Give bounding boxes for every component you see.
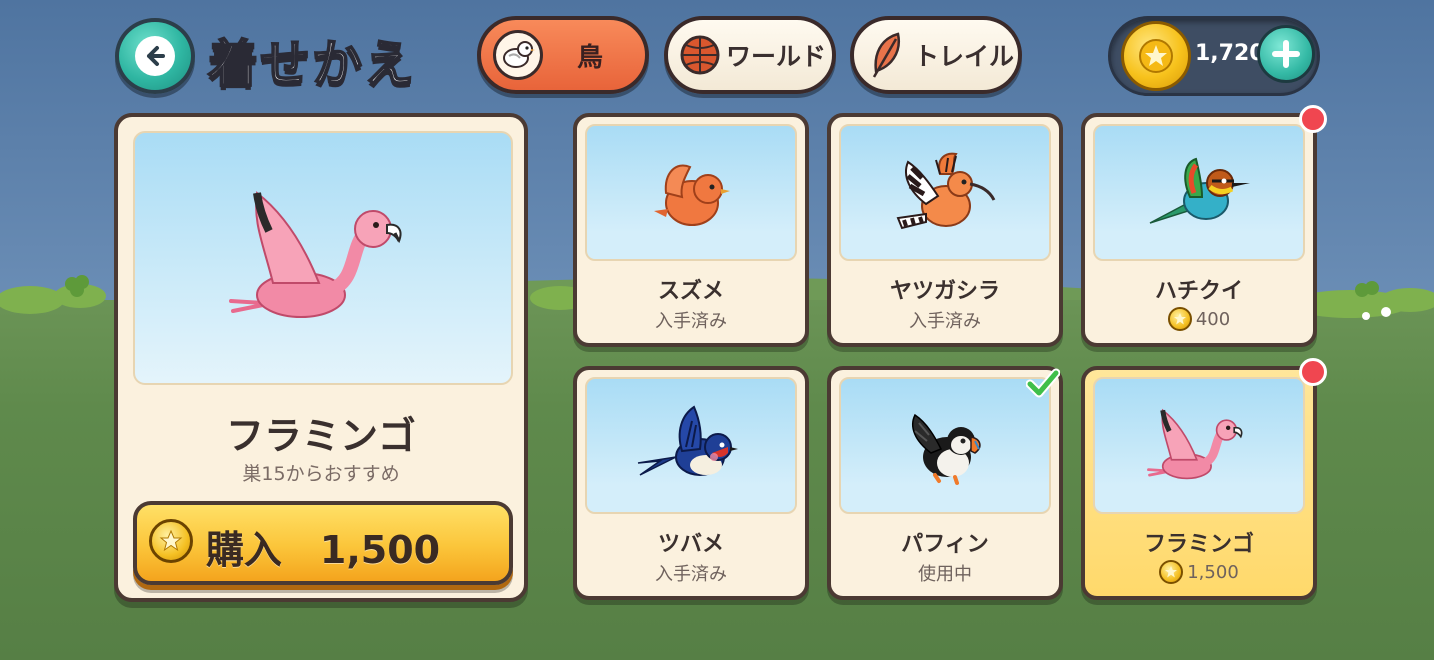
item-card-flamingo[interactable]: フラミンゴ 1,500 (1081, 366, 1317, 600)
buy-button-label: 購入 1,500 (205, 528, 441, 572)
preview-panel: フラミンゴ 巣15からおすすめ 購入 1,500 (114, 113, 528, 602)
tab-trail[interactable]: トレイル (850, 16, 1022, 94)
page-title: 着せかえ (207, 34, 416, 94)
item-name: ツバメ (657, 532, 724, 557)
coin-count: 1,720 (1195, 41, 1265, 66)
bee-eater-image (1093, 124, 1305, 261)
item-card-sparrow[interactable]: スズメ 入手済み (573, 113, 809, 347)
tab-bird-label: 鳥 (577, 42, 604, 73)
item-price: 1,500 (1085, 560, 1313, 584)
item-name: ハチクイ (1154, 279, 1243, 304)
flamingo-preview-image (133, 131, 513, 385)
plus-icon (1272, 40, 1300, 68)
equipped-check-icon (1026, 368, 1060, 398)
item-status: 入手済み (655, 564, 727, 585)
item-status: 入手済み (909, 311, 981, 332)
flamingo-image (1093, 377, 1305, 514)
add-coins-button[interactable] (1257, 25, 1315, 83)
swallow-image (585, 377, 797, 514)
item-name: パフィン (901, 532, 989, 557)
item-name: フラミンゴ (1143, 532, 1254, 557)
new-badge (1299, 105, 1327, 133)
flamingo-illustration (229, 191, 402, 318)
item-status: 入手済み (655, 311, 727, 332)
globe-icon (678, 33, 722, 77)
back-arrow-icon (135, 36, 175, 76)
puffin-image (839, 377, 1051, 514)
coin-balance: 1,720 (1108, 16, 1320, 96)
back-button[interactable] (115, 18, 195, 94)
tab-trail-label: トレイル (914, 42, 1015, 71)
item-card-hoopoe[interactable]: ヤツガシラ 入手済み (827, 113, 1063, 347)
item-status: 使用中 (918, 564, 972, 585)
item-card-bee-eater[interactable]: ハチクイ 400 (1081, 113, 1317, 347)
new-badge (1299, 358, 1327, 386)
sparrow-image (585, 124, 797, 261)
feather-icon (868, 31, 906, 79)
star-coin-icon (1159, 560, 1184, 584)
item-card-swallow[interactable]: ツバメ 入手済み (573, 366, 809, 600)
preview-recommendation: 巣15からおすすめ (242, 463, 400, 485)
item-name: スズメ (657, 279, 724, 304)
item-card-puffin[interactable]: パフィン 使用中 (827, 366, 1063, 600)
tab-world[interactable]: ワールド (664, 16, 836, 94)
hoopoe-image (839, 124, 1051, 261)
tab-world-label: ワールド (726, 42, 827, 71)
preview-bird-name: フラミンゴ (225, 414, 416, 458)
tab-bird[interactable]: 鳥 (477, 16, 649, 94)
item-name: ヤツガシラ (889, 279, 1000, 304)
star-coin-icon (1121, 21, 1191, 91)
buy-button[interactable]: 購入 1,500 (133, 501, 513, 585)
bird-icon (493, 30, 543, 80)
star-coin-icon (1167, 307, 1192, 331)
item-price: 400 (1085, 307, 1313, 331)
